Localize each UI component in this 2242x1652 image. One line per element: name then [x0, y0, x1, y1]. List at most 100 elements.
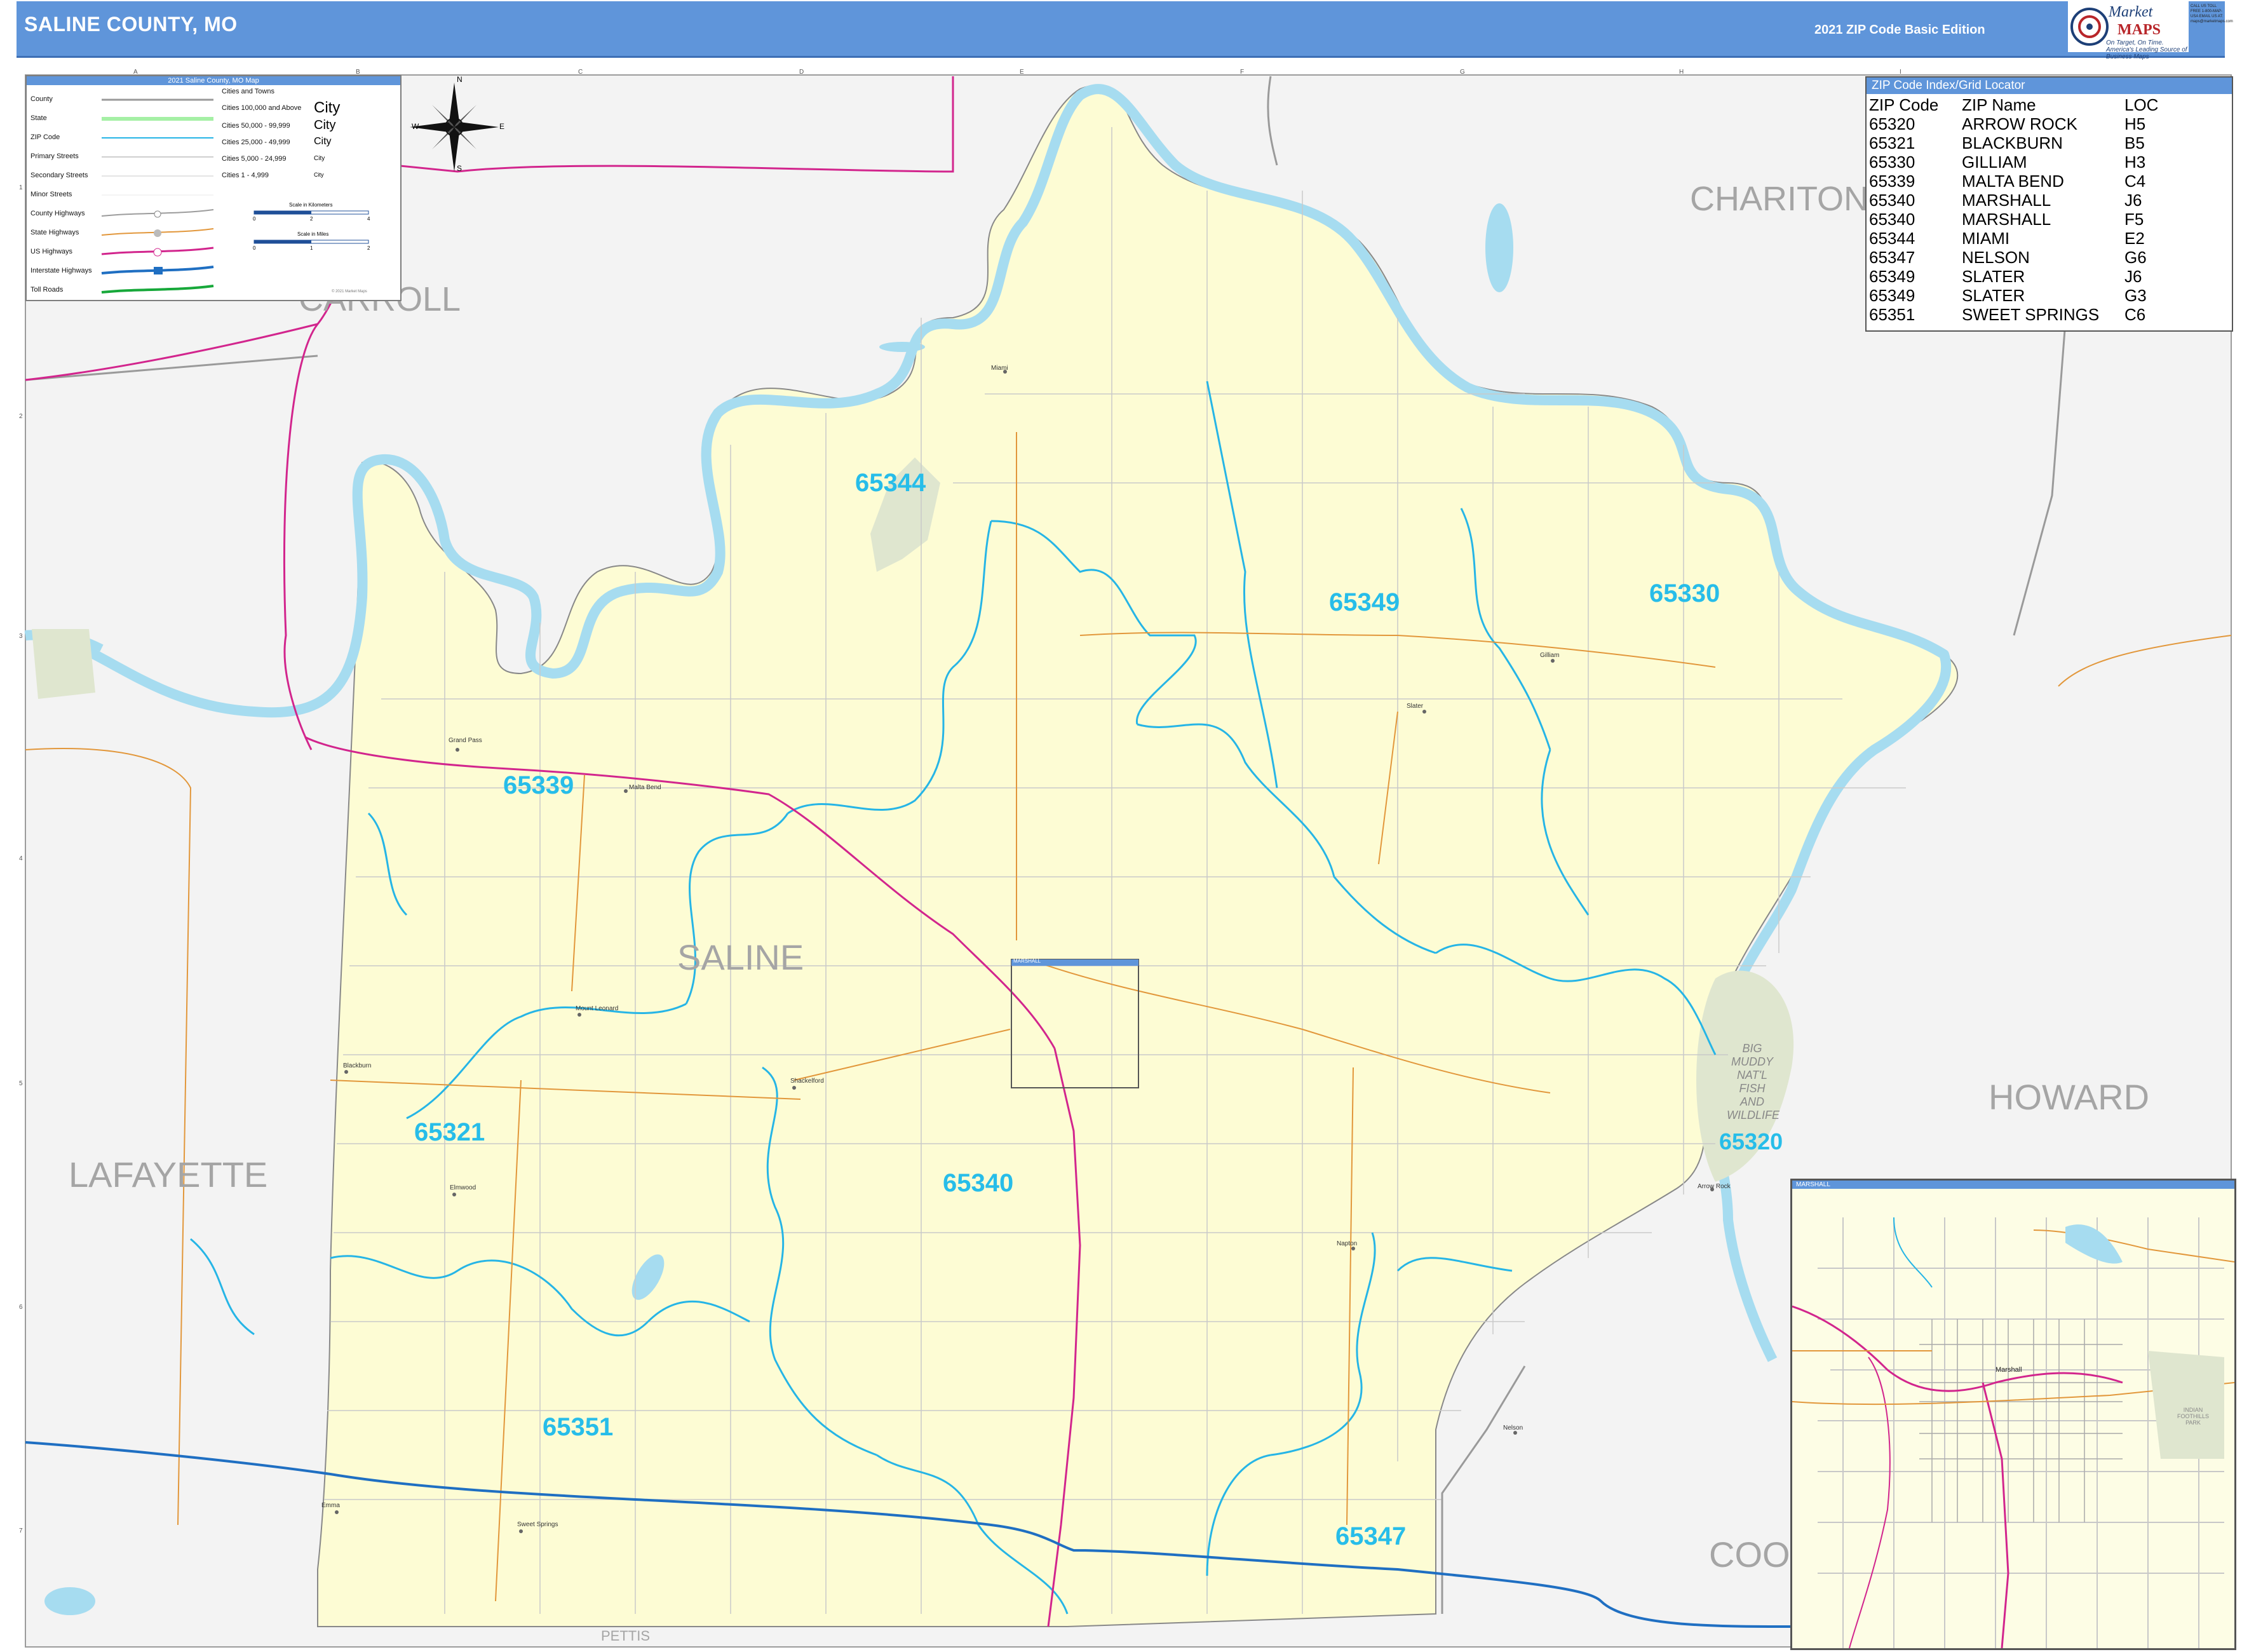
town-label-gilliam: Gilliam	[1540, 652, 1560, 659]
inset-title: MARSHALL	[1792, 1181, 2234, 1189]
zip-label-65321: 65321	[414, 1118, 485, 1146]
cell-name: MARSHALL	[1962, 191, 2051, 210]
grid-row-5: 5	[19, 1080, 23, 1087]
cell-zip: 65321	[1869, 133, 1915, 152]
grid-row-1: 1	[19, 184, 23, 191]
cell-zip: 65351	[1869, 305, 1915, 324]
cell-name: SWEET SPRINGS	[1962, 305, 2100, 324]
town-label-malta-bend: Malta Bend	[629, 784, 661, 791]
scale-mi-tick-0: 0	[253, 245, 256, 251]
col-zip-code: ZIP Code	[1869, 95, 1939, 114]
compass-rose-icon	[410, 83, 499, 172]
grid-row-3: 3	[19, 633, 23, 640]
table-row: 65349 SLATER G3	[1869, 286, 2201, 305]
lake-n	[879, 342, 925, 352]
town-label-arrow-rock: Arrow Rock	[1698, 1183, 1731, 1190]
compass-e: E	[499, 122, 505, 131]
inset-park	[2148, 1351, 2224, 1459]
town-label-sweet-springs: Sweet Springs	[517, 1521, 558, 1528]
cell-name: ARROW ROCK	[1962, 114, 2077, 133]
county-label-lafayette: LAFAYETTE	[69, 1154, 268, 1195]
table-row: 65339 MALTA BEND C4	[1869, 172, 2201, 191]
scale-mi-tick-1: 1	[310, 245, 313, 251]
legend-swatches	[101, 98, 214, 294]
cell-name: NELSON	[1962, 248, 2030, 267]
legend-primary: Primary Streets	[30, 152, 79, 160]
scale-km-tick-1: 2	[310, 216, 313, 222]
marshall-inset-map[interactable]: MARSHALL Marshall INDIAN FOOTHILLS PARK	[1790, 1179, 2236, 1650]
lake-sw	[44, 1587, 95, 1615]
cell-zip: 65349	[1869, 267, 1915, 286]
zip-label-65320: 65320	[1719, 1128, 1783, 1154]
table-row: 65347 NELSON G6	[1869, 248, 2201, 267]
grid-col-d: D	[799, 69, 804, 76]
table-row: 65320 ARROW ROCK H5	[1869, 114, 2201, 133]
grid-col-e: E	[1020, 69, 1024, 76]
zip-index-header-row: ZIP Code ZIP Name LOC	[1869, 95, 2201, 114]
town-label-elmwood: Elmwood	[450, 1184, 476, 1191]
park-label-big-muddy: BIG MUDDY NAT'L FISH AND WILDLIFE	[1727, 1042, 1780, 1121]
cell-zip: 65340	[1869, 191, 1915, 210]
cell-name: MIAMI	[1962, 229, 2010, 248]
cell-loc: G6	[2124, 248, 2147, 267]
legend-us-hwy: US Highways	[30, 248, 73, 255]
table-row: 65351 SWEET SPRINGS C6	[1869, 305, 2201, 324]
legend-scale-km: Scale in Kilometers	[289, 202, 333, 208]
legend-city-sample-1: City	[314, 99, 341, 116]
zip-label-65349: 65349	[1329, 588, 1400, 616]
zip-code-index: ZIP Code Index/Grid Locator ZIP Code ZIP…	[1865, 76, 2233, 332]
scale-bar-mi	[253, 240, 369, 244]
town-label-slater: Slater	[1407, 703, 1424, 710]
cell-name: SLATER	[1962, 267, 2025, 286]
legend-city-sample-2: City	[314, 118, 336, 132]
scale-bar-km	[253, 210, 369, 215]
grid-col-g: G	[1460, 69, 1465, 76]
legend-scale-mi: Scale in Miles	[297, 231, 329, 237]
legend-city-class-5: Cities 1 - 4,999	[222, 172, 269, 179]
table-row: 65340 MARSHALL F5	[1869, 210, 2201, 229]
zip-index-table: ZIP Code ZIP Name LOC 65320 ARROW ROCK H5 …	[1869, 95, 2201, 324]
grid-row-7: 7	[19, 1527, 23, 1534]
legend-city-class-1: Cities 100,000 and Above	[222, 104, 302, 112]
table-row: 65344 MIAMI E2	[1869, 229, 2201, 248]
county-label-chariton: CHARITON	[1690, 180, 1869, 218]
legend-state: State	[30, 114, 47, 122]
legend-state-hwy: State Highways	[30, 229, 79, 236]
legend-county: County	[30, 95, 53, 103]
cell-loc: H3	[2124, 152, 2146, 172]
grid-col-f: F	[1240, 69, 1245, 76]
grid-col-h: H	[1679, 69, 1684, 76]
legend-city-class-4: Cities 5,000 - 24,999	[222, 155, 287, 163]
zip-label-65340: 65340	[943, 1169, 1014, 1197]
cell-zip: 65340	[1869, 210, 1915, 229]
town-label-mount-leonard: Mount Leonard	[576, 1005, 619, 1012]
legend-city-sample-4: City	[314, 155, 325, 162]
county-label-saline: SALINE	[677, 937, 804, 977]
cell-zip: 65330	[1869, 152, 1915, 172]
cell-loc: J6	[2124, 267, 2142, 286]
cell-loc: E2	[2124, 229, 2145, 248]
town-label-blackburn: Blackburn	[343, 1062, 372, 1069]
zip-index-title: ZIP Code Index/Grid Locator	[1867, 78, 2232, 94]
grid-col-c: C	[578, 69, 583, 76]
map-legend: 2021 Saline County, MO Map County State …	[25, 75, 402, 301]
legend-zip: ZIP Code	[30, 133, 60, 141]
inset-town-label: Marshall	[1996, 1366, 2022, 1374]
scale-km-tick-2: 4	[367, 216, 370, 222]
grid-row-4: 4	[19, 855, 23, 862]
grid-row-6: 6	[19, 1304, 23, 1311]
cell-loc: C6	[2124, 305, 2146, 324]
scale-mi-tick-2: 2	[367, 245, 370, 251]
marshall-locator-label: MARSHALL	[1013, 958, 1041, 964]
cell-loc: J6	[2124, 191, 2142, 210]
cell-loc: C4	[2124, 172, 2146, 191]
cell-loc: H5	[2124, 114, 2146, 133]
legend-copyright: © 2021 Market Maps	[332, 290, 367, 294]
table-row: 65321 BLACKBURN B5	[1869, 133, 2201, 152]
grid-col-i: I	[1900, 69, 1901, 76]
zip-label-65339: 65339	[503, 771, 574, 799]
town-label-napton: Napton	[1337, 1240, 1358, 1247]
cell-name: BLACKBURN	[1962, 133, 2063, 152]
table-row: 65330 GILLIAM H3	[1869, 152, 2201, 172]
legend-city-class-3: Cities 25,000 - 49,999	[222, 139, 290, 146]
